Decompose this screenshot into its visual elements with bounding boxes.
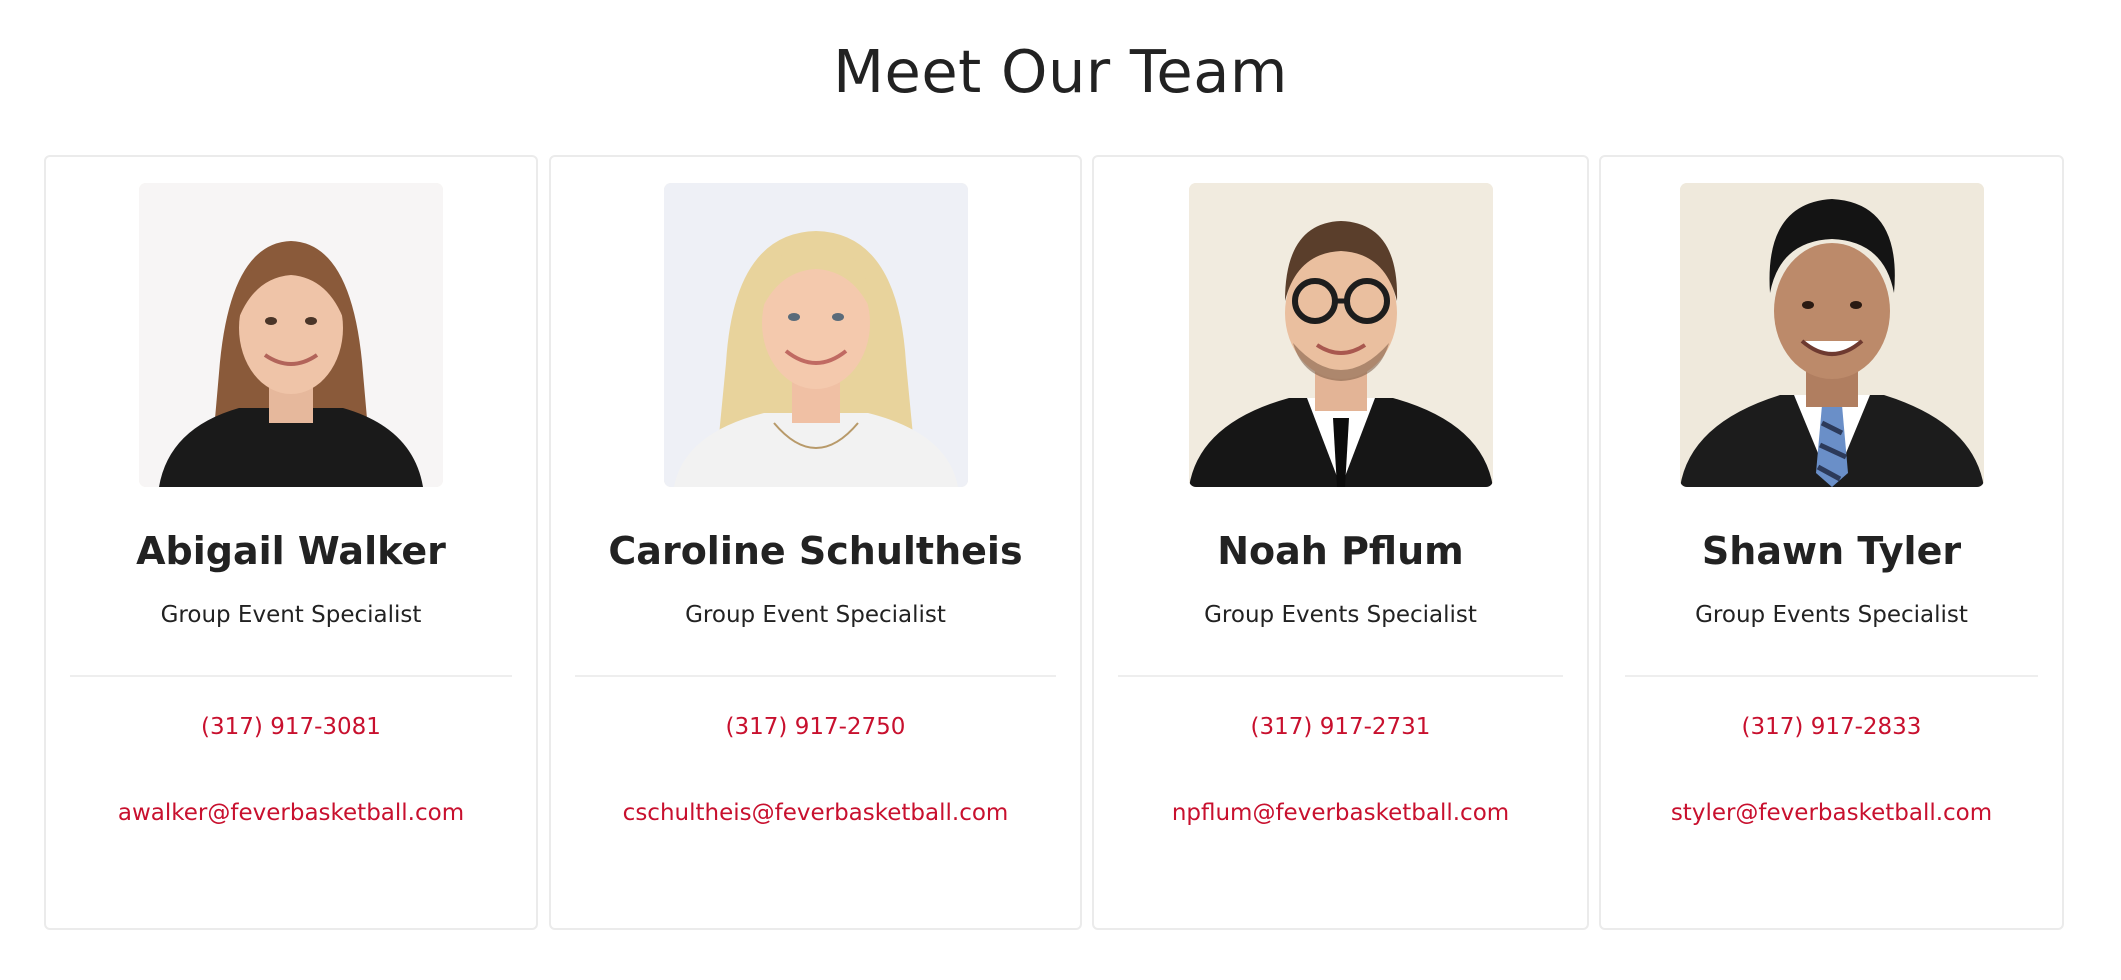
phone-link[interactable]: (317) 917-2833 bbox=[1601, 711, 2062, 743]
phone-link[interactable]: (317) 917-3081 bbox=[46, 711, 536, 743]
email-link[interactable]: npflum@feverbasketball.com bbox=[1094, 797, 1587, 829]
team-card-noah-pflum: Noah Pflum Group Events Specialist (317)… bbox=[1092, 155, 1589, 930]
member-name: Noah Pflum bbox=[1217, 529, 1464, 573]
profile-photo bbox=[139, 183, 443, 487]
team-page: Meet Our Team Abigail Walker Group Event… bbox=[0, 0, 2121, 980]
team-card-abigail-walker: Abigail Walker Group Event Specialist (3… bbox=[44, 155, 538, 930]
section-title: Meet Our Team bbox=[833, 37, 1288, 106]
member-name: Shawn Tyler bbox=[1701, 529, 1962, 573]
team-cards: Abigail Walker Group Event Specialist (3… bbox=[44, 155, 2064, 932]
card-divider bbox=[1118, 675, 1563, 677]
email-link[interactable]: cschultheis@feverbasketball.com bbox=[551, 797, 1080, 829]
team-card-caroline-schultheis: Caroline Schultheis Group Event Speciali… bbox=[549, 155, 1082, 930]
member-role: Group Event Specialist bbox=[685, 602, 946, 628]
member-role: Group Event Specialist bbox=[160, 602, 422, 628]
phone-link[interactable]: (317) 917-2750 bbox=[551, 711, 1080, 743]
email-link[interactable]: styler@feverbasketball.com bbox=[1601, 797, 2062, 829]
profile-photo bbox=[663, 183, 968, 487]
member-role: Group Events Specialist bbox=[1204, 602, 1477, 628]
team-card-shawn-tyler: Shawn Tyler Group Events Specialist (317… bbox=[1599, 155, 2064, 930]
card-divider bbox=[575, 675, 1056, 677]
profile-photo bbox=[1679, 183, 1984, 487]
card-divider bbox=[1625, 675, 2038, 677]
member-name: Caroline Schultheis bbox=[608, 529, 1023, 573]
member-role: Group Events Specialist bbox=[1695, 602, 1968, 628]
phone-link[interactable]: (317) 917-2731 bbox=[1094, 711, 1587, 743]
card-divider bbox=[70, 675, 512, 677]
email-link[interactable]: awalker@feverbasketball.com bbox=[46, 797, 536, 829]
member-name: Abigail Walker bbox=[136, 529, 446, 573]
profile-photo bbox=[1188, 183, 1493, 487]
